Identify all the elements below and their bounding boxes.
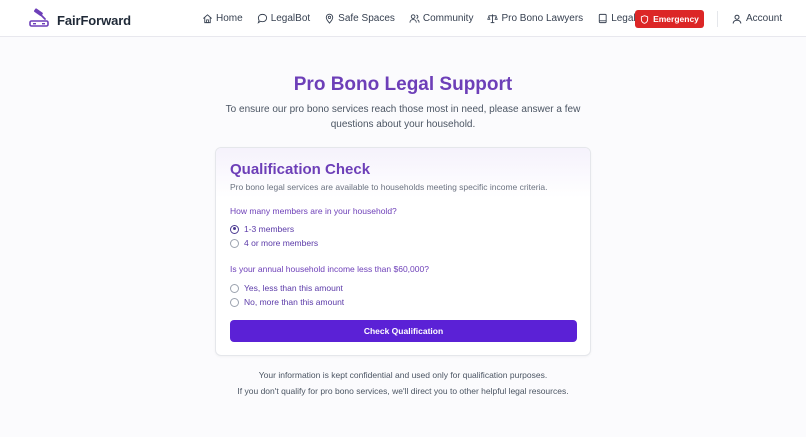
radio-button[interactable]: [230, 238, 239, 248]
top-navbar: FairForward Home LegalBot Safe Spaces Co…: [0, 0, 806, 37]
nav-home[interactable]: Home: [202, 13, 243, 24]
card-description: Pro bono legal services are available to…: [230, 182, 548, 192]
emergency-label: Emergency: [653, 14, 699, 24]
emergency-button[interactable]: Emergency: [635, 10, 704, 28]
nav-community-label: Community: [422, 13, 474, 24]
account-link[interactable]: Account: [732, 0, 782, 37]
nav-pro-bono-lawyers-label: Pro Bono Lawyers: [501, 13, 584, 24]
nav-home-label: Home: [216, 13, 243, 24]
option-label: 4 or more members: [244, 238, 319, 248]
nav-links: Home LegalBot Safe Spaces Community Pro …: [202, 0, 679, 37]
nav-community[interactable]: Community: [409, 13, 474, 24]
nav-legalbot-label: LegalBot: [270, 13, 311, 24]
option-label: No, more than this amount: [244, 297, 345, 307]
users-icon: [409, 14, 420, 23]
question-income: Is your annual household income less tha…: [230, 264, 429, 274]
shield-icon: [640, 14, 649, 24]
option-4-or-more-members[interactable]: 4 or more members: [230, 238, 318, 248]
confidentiality-note: Your information is kept confidential an…: [258, 370, 548, 380]
book-icon: [599, 13, 607, 24]
user-icon: [732, 14, 742, 24]
account-label: Account: [746, 13, 783, 24]
nav-safe-spaces-label: Safe Spaces: [338, 13, 395, 24]
radio-button[interactable]: [230, 224, 239, 234]
question-household-size: How many members are in your household?: [230, 206, 397, 216]
gavel-scales-logo-icon: [28, 8, 50, 33]
page-title: Pro Bono Legal Support: [293, 74, 513, 95]
nav-divider: [717, 11, 718, 27]
scales-icon: [487, 14, 499, 24]
brand-name: FairForward: [57, 13, 132, 28]
nav-safe-spaces[interactable]: Safe Spaces: [324, 13, 395, 24]
option-label: 1-3 members: [244, 224, 295, 234]
page-subtitle: To ensure our pro bono services reach th…: [225, 104, 581, 130]
card-header: Qualification Check Pro bono legal servi…: [216, 148, 590, 198]
option-label: Yes, less than this amount: [244, 283, 343, 293]
radio-button[interactable]: [230, 283, 239, 293]
brand[interactable]: FairForward: [28, 8, 131, 33]
nav-legalbot[interactable]: LegalBot: [257, 13, 310, 24]
radio-button[interactable]: [230, 297, 239, 307]
map-pin-icon: [326, 13, 334, 24]
chat-bubble-icon: [257, 13, 267, 24]
qualification-card: Qualification Check Pro bono legal servi…: [215, 147, 591, 356]
option-1-3-members[interactable]: 1-3 members: [230, 224, 294, 234]
check-qualification-button[interactable]: Check Qualification: [230, 320, 577, 342]
option-income-less[interactable]: Yes, less than this amount: [230, 283, 343, 293]
redirect-note: If you don't qualify for pro bono servic…: [237, 386, 569, 396]
home-icon: [203, 14, 212, 24]
option-income-more[interactable]: No, more than this amount: [230, 297, 344, 307]
nav-pro-bono-lawyers[interactable]: Pro Bono Lawyers: [487, 13, 583, 24]
card-title: Qualification Check: [230, 161, 371, 178]
